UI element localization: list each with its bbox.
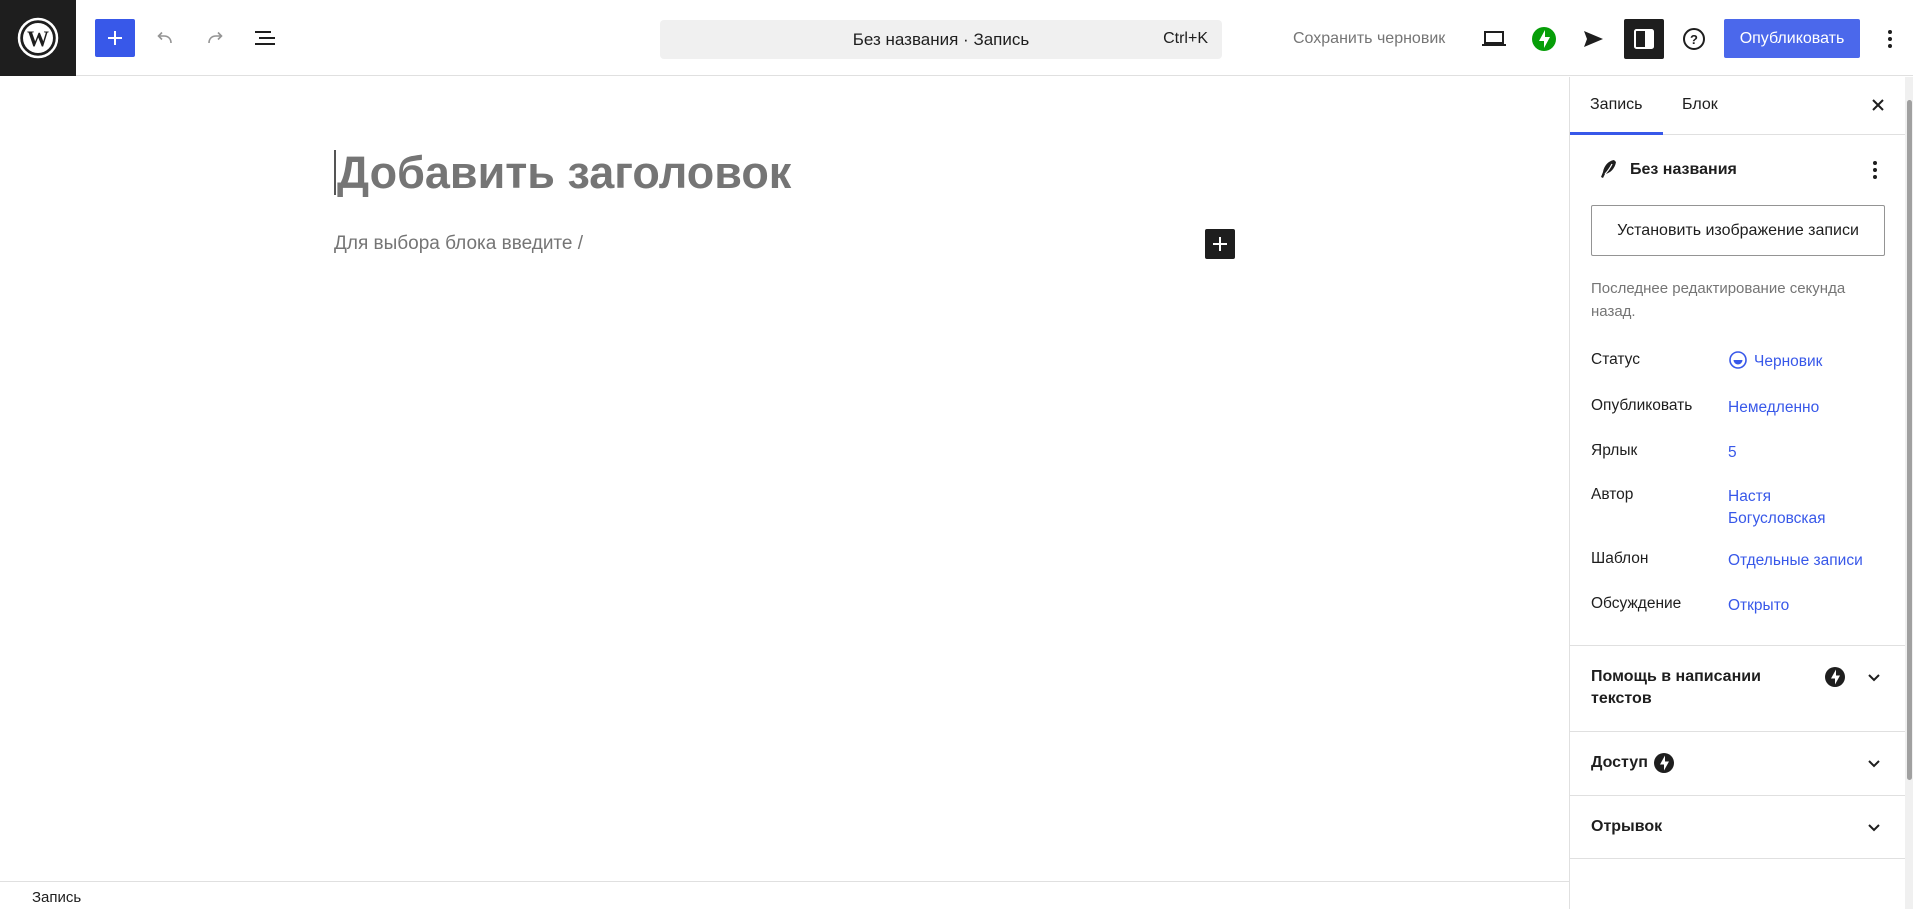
wordpress-icon: W	[17, 17, 59, 59]
close-icon	[1872, 99, 1884, 111]
discussion-label: Обсуждение	[1591, 595, 1682, 612]
inline-add-block-button[interactable]	[1205, 229, 1235, 259]
more-vertical-icon	[1888, 30, 1892, 48]
panel-title: Помощь в написании текстов	[1591, 668, 1761, 707]
post-card-title: Без названия	[1630, 161, 1737, 178]
close-sidebar-button[interactable]	[1862, 89, 1894, 121]
sidebar-tabs: Запись Блок	[1570, 77, 1906, 135]
breadcrumb[interactable]: Запись	[32, 889, 81, 906]
last-edited-text: Последнее редактирование секунда назад.	[1591, 280, 1846, 320]
template-label: Шаблон	[1591, 550, 1649, 567]
tab-post[interactable]: Запись	[1590, 96, 1643, 114]
panel-excerpt[interactable]: Отрывок	[1570, 795, 1906, 859]
tab-block[interactable]: Блок	[1682, 96, 1718, 114]
publish-button[interactable]: Опубликовать	[1724, 19, 1860, 58]
settings-sidebar: Запись Блок Без названия Установить изоб…	[1569, 77, 1906, 909]
shortcut-hint: Ctrl+K	[1163, 30, 1208, 47]
redo-icon	[208, 31, 223, 44]
sidebar-scroll-thumb[interactable]	[1907, 100, 1912, 780]
post-feather-icon	[1601, 160, 1616, 178]
help-icon: ?	[1683, 28, 1705, 50]
discussion-value[interactable]: Открыто	[1728, 595, 1888, 617]
default-block-appender[interactable]: Для выбора блока введите /	[334, 233, 583, 255]
jetpack-icon	[1654, 753, 1674, 773]
author-value[interactable]: Настя Богусловская	[1728, 486, 1838, 530]
wordpress-logo-button[interactable]: W	[0, 0, 76, 76]
set-featured-image-button[interactable]: Установить изображение записи	[1591, 205, 1885, 256]
publish-label: Опубликовать	[1591, 397, 1693, 414]
jetpack-icon	[1825, 667, 1845, 687]
list-view-icon	[255, 31, 275, 45]
svg-text:W: W	[27, 26, 49, 51]
jetpack-button[interactable]	[1524, 20, 1564, 58]
plus-icon	[108, 31, 122, 45]
command-palette-bar[interactable]: Без названия · Запись Ctrl+K	[660, 20, 1222, 59]
editor-footer: Запись	[0, 881, 1569, 909]
undo-button[interactable]	[145, 19, 185, 57]
panel-title: Доступ	[1591, 754, 1648, 771]
desktop-icon	[1482, 31, 1506, 46]
share-button[interactable]	[1573, 20, 1613, 58]
plus-icon	[1213, 237, 1227, 251]
chevron-down-icon	[1862, 815, 1886, 839]
options-menu-button[interactable]	[1870, 20, 1910, 58]
more-vertical-icon	[1873, 161, 1877, 179]
preview-button[interactable]	[1474, 20, 1514, 58]
status-text: Черновик	[1754, 353, 1823, 370]
status-value[interactable]: Черновик	[1728, 351, 1888, 373]
redo-button[interactable]	[195, 19, 235, 57]
help-button[interactable]: ?	[1674, 20, 1714, 58]
publish-date-value[interactable]: Немедленно	[1728, 397, 1888, 419]
save-draft-button[interactable]: Сохранить черновик	[1293, 30, 1445, 48]
author-label: Автор	[1591, 486, 1634, 503]
svg-text:?: ?	[1690, 32, 1698, 47]
document-title: Без названия · Запись	[852, 30, 1030, 49]
panel-title: Отрывок	[1591, 818, 1663, 835]
draft-status-icon	[1729, 351, 1747, 369]
send-icon	[1584, 31, 1603, 47]
editor-header: W Без названия · Запись Ctrl+K Сохранить…	[0, 0, 1913, 76]
jetpack-icon	[1532, 27, 1556, 51]
sidebar-icon	[1634, 29, 1654, 49]
settings-sidebar-toggle[interactable]	[1624, 19, 1664, 59]
editor-canvas: Добавить заголовок Для выбора блока введ…	[0, 77, 1569, 881]
post-actions-button[interactable]	[1860, 155, 1890, 185]
chevron-down-icon	[1862, 751, 1886, 775]
template-value[interactable]: Отдельные записи	[1728, 550, 1888, 572]
document-overview-button[interactable]	[245, 19, 285, 57]
post-title-input[interactable]: Добавить заголовок	[334, 150, 791, 195]
status-label: Статус	[1591, 351, 1640, 368]
slug-value[interactable]: 5	[1728, 442, 1888, 464]
panel-writing-help[interactable]: Помощь в написании текстов	[1570, 645, 1906, 731]
slug-label: Ярлык	[1591, 442, 1638, 459]
undo-icon	[157, 31, 172, 44]
chevron-down-icon	[1862, 665, 1886, 689]
panel-access[interactable]: Доступ	[1570, 731, 1906, 795]
add-block-button[interactable]	[95, 19, 135, 57]
active-tab-indicator	[1570, 132, 1663, 135]
